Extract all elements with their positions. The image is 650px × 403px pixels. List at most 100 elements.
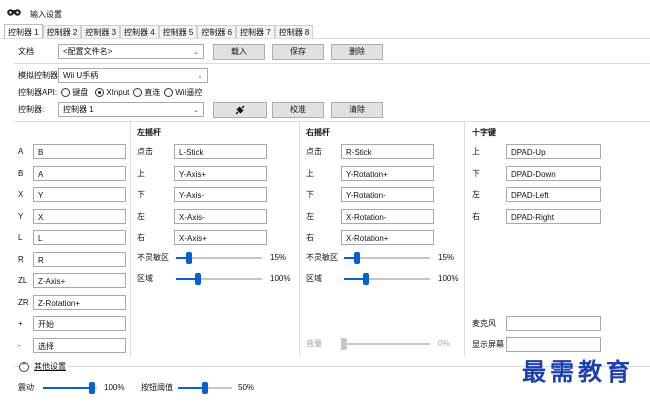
button-key-label: A: [18, 147, 24, 156]
left-range-thumb[interactable]: [194, 273, 201, 285]
button-mapping-field[interactable]: X: [33, 208, 126, 224]
api-label: 控制器API:: [18, 88, 58, 97]
left-stick-key-label: 点击: [137, 147, 153, 156]
tab-controller-3[interactable]: 控制器 3: [81, 25, 121, 38]
clear-button[interactable]: 清除: [331, 102, 383, 118]
gamepad-icon: [7, 9, 21, 16]
slider-fill: [178, 387, 205, 389]
button-key-label: Y: [18, 211, 24, 221]
button-key-label: X: [18, 190, 24, 199]
radio-selected-icon: [95, 88, 104, 98]
button-mapping-field[interactable]: Z-Axis+: [33, 273, 126, 288]
left-stick-mapping-field[interactable]: Y-Axis+: [174, 165, 267, 181]
dpad-mapping-field[interactable]: DPAD-Right: [506, 208, 601, 224]
button-mapping-field[interactable]: Z-Rotation+: [33, 294, 126, 310]
mic-field[interactable]: [506, 316, 601, 331]
dpad-key-label: 左: [472, 190, 480, 199]
threshold-thumb[interactable]: [202, 382, 208, 394]
threshold-label: 按钮阈值: [141, 383, 173, 392]
button-key-label: L: [18, 233, 23, 242]
slider-fill: [43, 387, 92, 389]
tab-controller-5[interactable]: 控制器 5: [158, 25, 198, 38]
controller-tabs: 控制器 1 控制器 2 控制器 3 控制器 4 控制器 5 控制器 6 控制器 …: [4, 24, 314, 38]
button-mapping-field[interactable]: 开始: [33, 316, 126, 331]
button-mapping-field[interactable]: R: [33, 251, 126, 267]
left-stick-mapping-field[interactable]: Y-Axis-: [174, 187, 267, 202]
tab-divider: [0, 38, 650, 39]
dpad-title: 十字键: [472, 128, 496, 137]
tab-controller-7[interactable]: 控制器 7: [236, 25, 275, 38]
button-mapping-field[interactable]: L: [33, 230, 126, 245]
tab-controller-4[interactable]: 控制器 4: [120, 25, 159, 38]
right-range-slider[interactable]: [344, 278, 430, 280]
left-range-slider[interactable]: [176, 278, 262, 280]
calibrate-button[interactable]: 校准: [272, 102, 324, 118]
right-stick-mapping-field[interactable]: Y-Rotation-: [341, 187, 434, 202]
screen-label: 显示屏幕: [472, 340, 504, 349]
dpad-key-label: 下: [472, 168, 480, 178]
left-deadzone-thumb[interactable]: [185, 252, 192, 264]
chevron-down-icon: ⌄: [193, 107, 199, 114]
right-range-thumb[interactable]: [362, 273, 369, 285]
left-stick-mapping-field[interactable]: L-Stick: [174, 144, 267, 159]
left-stick-title: 左摇杆: [137, 128, 161, 137]
right-stick-title: 右摇杆: [306, 128, 330, 137]
api-radio-xinput[interactable]: XInput: [95, 88, 129, 98]
volume-thumb: [341, 338, 347, 350]
tab-controller-2[interactable]: 控制器 2: [42, 25, 82, 38]
chevron-down-icon: ⌄: [197, 73, 203, 80]
title-bar: [0, 0, 650, 26]
button-key-label: +: [18, 319, 23, 328]
tab-controller-8[interactable]: 控制器 8: [274, 25, 314, 38]
left-stick-mapping-field[interactable]: X-Axis-: [174, 208, 267, 224]
screen-field[interactable]: [506, 337, 601, 352]
chevron-up-icon[interactable]: ⌃: [19, 362, 29, 372]
button-key-label: ZR: [18, 297, 29, 307]
volume-value: 0%: [438, 339, 450, 348]
right-range-label: 区域: [306, 274, 322, 283]
api-option-label: XInput: [106, 88, 130, 97]
column-divider: [464, 121, 465, 356]
load-button[interactable]: 载入: [213, 44, 265, 60]
emulated-controller-select[interactable]: Wii U手柄 ⌄: [58, 68, 208, 83]
device-label: 控制器:: [18, 105, 45, 114]
delete-button[interactable]: 删除: [331, 44, 383, 60]
left-deadzone-value: 15%: [270, 253, 287, 262]
tab-controller-1[interactable]: 控制器 1: [4, 24, 43, 38]
api-radio-wiimote[interactable]: Wii遥控: [164, 88, 202, 98]
mic-label: 麦克风: [472, 319, 496, 328]
right-stick-mapping-field[interactable]: Y-Rotation+: [341, 165, 434, 181]
threshold-value: 50%: [238, 383, 255, 392]
right-deadzone-value: 15%: [438, 253, 455, 262]
api-option-label: Wii遥控: [175, 88, 203, 97]
left-stick-key-label: 上: [137, 168, 145, 178]
left-range-label: 区域: [137, 274, 153, 283]
right-deadzone-thumb[interactable]: [353, 252, 360, 264]
dpad-mapping-field[interactable]: DPAD-Up: [506, 144, 601, 159]
dpad-key-label: 右: [472, 211, 480, 221]
device-select[interactable]: 控制器 1 ⌄: [58, 102, 204, 117]
radio-icon: [133, 88, 142, 98]
watermark-text: 最需教育: [522, 357, 634, 386]
button-mapping-field[interactable]: 选择: [33, 337, 126, 353]
dpad-mapping-field[interactable]: DPAD-Left: [506, 187, 601, 202]
connect-button[interactable]: [213, 102, 267, 118]
api-radio-keyboard[interactable]: 键盘: [61, 88, 88, 98]
right-stick-mapping-field[interactable]: X-Rotation+: [341, 230, 434, 245]
dpad-mapping-field[interactable]: DPAD-Down: [506, 165, 601, 181]
api-radio-direct[interactable]: 直连: [133, 88, 160, 98]
save-button[interactable]: 保存: [272, 44, 324, 60]
right-stick-key-label: 上: [306, 168, 314, 178]
button-mapping-field[interactable]: Y: [33, 187, 126, 202]
right-stick-key-label: 点击: [306, 147, 322, 156]
right-stick-mapping-field[interactable]: R-Stick: [341, 144, 434, 159]
button-mapping-field[interactable]: A: [33, 165, 126, 181]
button-mapping-field[interactable]: B: [33, 144, 126, 159]
left-stick-mapping-field[interactable]: X-Axis+: [174, 230, 267, 245]
tab-controller-6[interactable]: 控制器 6: [197, 25, 237, 38]
more-settings-toggle[interactable]: 其他设置: [32, 362, 68, 372]
right-stick-mapping-field[interactable]: X-Rotation-: [341, 208, 434, 224]
rumble-thumb[interactable]: [88, 382, 95, 394]
profile-select[interactable]: <配置文件名> ⌄: [58, 44, 204, 59]
left-deadzone-label: 不灵敏区: [137, 253, 169, 262]
